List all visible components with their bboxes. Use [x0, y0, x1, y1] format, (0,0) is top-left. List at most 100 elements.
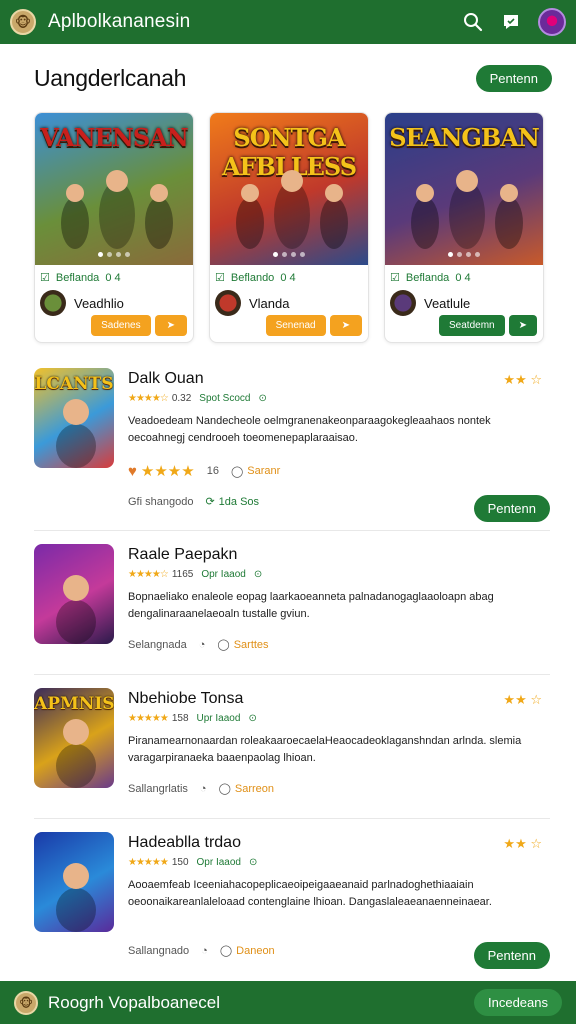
card-rating: 0 4: [455, 271, 471, 284]
comment-icon[interactable]: ◯: [219, 782, 231, 795]
corner-rating-stars: ★★ ☆: [503, 372, 542, 387]
app-thumbnail[interactable]: [34, 544, 114, 644]
card-badge: Beflando: [230, 271, 275, 284]
corner-rating-stars: ★★ ☆: [503, 692, 542, 707]
app-title: Aplbolkananesin: [48, 11, 191, 32]
profile-avatar[interactable]: [538, 8, 566, 36]
thumbnail-character: [56, 575, 96, 644]
list-divider: [34, 530, 550, 531]
card-buttons: Senenad ➤: [265, 315, 362, 336]
developer-name: Vlanda: [249, 295, 290, 311]
comment-link[interactable]: Sarreon: [235, 783, 274, 795]
card-badge: Beflanda: [55, 271, 100, 284]
app-thumbnail[interactable]: APMNIS: [34, 688, 114, 788]
verified-icon: ⊙: [248, 713, 257, 724]
app-list-item[interactable]: Hadeablla trdao ★★★★★ 150 Opr Iaaod ⊙ Ao…: [34, 832, 550, 969]
featured-card[interactable]: SONTGA AFBLLESS ☑ Beflando 0 4 Vlanda Se…: [209, 112, 369, 343]
footer-left-text: Selangnada: [128, 638, 187, 651]
comment-link[interactable]: Sarttes: [234, 639, 269, 651]
card-go-button[interactable]: ➤: [508, 315, 537, 336]
app-name[interactable]: Hadeablla trdao: [128, 834, 241, 852]
carousel-dots: [35, 252, 193, 257]
app-description: Piranamearnonaardan roleakaaroecaelaHeao…: [128, 735, 522, 764]
card-characters-illustration: [236, 170, 348, 249]
app-footer: Sallangrlatis ◔ ◯ Sarreon: [128, 782, 274, 796]
comment-icon[interactable]: ◯: [231, 465, 243, 478]
app-thumbnail[interactable]: [34, 832, 114, 932]
bottom-bar: 🐵 Roogrh Vopalboanecel Incedeans: [0, 981, 576, 1024]
comment-icon[interactable]: ◯: [217, 638, 229, 651]
card-primary-button[interactable]: Sadenes: [91, 315, 151, 336]
app-name[interactable]: Dalk Ouan: [128, 370, 204, 388]
app-size: Opr Iaaod: [196, 857, 241, 868]
featured-card[interactable]: SEANGBAN ☑ Beflanda 0 4 Veatlule Seatdem…: [384, 112, 544, 343]
carousel-dots: [385, 252, 543, 257]
app-reactions: ♥ ★★★★ 16 ◯ Saranr: [128, 462, 280, 481]
bottom-logo-icon: 🐵: [14, 990, 38, 1015]
section-action-button[interactable]: Pentenn: [475, 64, 552, 92]
app-size: Upr Iaaod: [196, 713, 241, 724]
featured-card[interactable]: VANENSAN ☑ Beflanda 0 4 Veadhlio Sadenes…: [34, 112, 194, 343]
app-logo-icon[interactable]: 🐵: [10, 9, 36, 35]
app-description: Aooaemfeab Iceeniahacopeplicaeoipeigaaea…: [128, 879, 492, 908]
app-name[interactable]: Raale Paepakn: [128, 546, 237, 564]
carousel-dots: [210, 252, 368, 257]
list-divider: [34, 818, 550, 819]
card-meta: ☑ Beflando 0 4: [210, 265, 368, 285]
footer-left-text: Sallangnado: [128, 944, 190, 957]
card-banner-title: SEANGBAN: [389, 123, 540, 152]
card-primary-button[interactable]: Senenad: [265, 315, 326, 336]
card-rating: 0 4: [105, 271, 121, 284]
developer-avatar: [215, 290, 241, 316]
card-meta: ☑ Beflanda 0 4: [35, 265, 193, 285]
app-description: Bopnaeliako enaleole eopag laarkaoeannet…: [128, 591, 494, 620]
reaction-count: 16: [206, 465, 219, 477]
card-banner[interactable]: SEANGBAN: [385, 113, 543, 265]
thumbnail-character: [56, 399, 96, 468]
card-go-button[interactable]: ➤: [329, 315, 362, 336]
check-icon: ☑: [40, 272, 50, 284]
timer-icon: ◔: [199, 782, 207, 795]
section-title: Uangderlcanah: [34, 64, 187, 91]
heart-icon[interactable]: ♥: [128, 463, 137, 480]
rating-stars: ★★★★☆: [128, 569, 169, 580]
card-rating: 0 4: [280, 271, 296, 284]
bottom-action-button[interactable]: Incedeans: [474, 989, 562, 1016]
app-rating-row: ★★★★☆ 1165 Opr Iaaod ⊙: [128, 569, 262, 580]
app-list-item[interactable]: LCANTS Dalk Ouan ★★★★☆ 0.32 Spot Scocd ⊙…: [34, 368, 550, 522]
check-icon: ☑: [215, 272, 225, 284]
comment-link[interactable]: Daneon: [236, 945, 275, 957]
app-thumbnail[interactable]: LCANTS: [34, 368, 114, 468]
chat-icon[interactable]: [500, 11, 522, 33]
rating-value: 150: [171, 857, 189, 868]
developer-name: Veadhlio: [74, 295, 124, 311]
comment-link[interactable]: Saranr: [247, 465, 280, 477]
search-icon[interactable]: [462, 11, 484, 33]
footer-left-text: Gfi shangodo: [128, 495, 194, 508]
install-button[interactable]: Pentenn: [473, 495, 550, 522]
developer-avatar: [390, 290, 416, 316]
card-banner[interactable]: SONTGA AFBLLESS: [210, 113, 368, 265]
card-go-button[interactable]: ➤: [154, 315, 187, 336]
app-footer: Gfi shangodo ⟳ 1da Sos: [128, 495, 259, 509]
card-primary-button[interactable]: Seatdemn: [439, 315, 505, 336]
card-banner[interactable]: VANENSAN: [35, 113, 193, 265]
rating-stars: ★★★★★: [128, 713, 169, 724]
card-characters-illustration: [411, 170, 523, 249]
rating-value: 1165: [171, 569, 194, 580]
app-list-item[interactable]: Raale Paepakn ★★★★☆ 1165 Opr Iaaod ⊙ Bop…: [34, 544, 550, 664]
thumbnail-character: [56, 719, 96, 788]
timer-icon: ◔: [201, 944, 208, 957]
app-description: Veadoedeam Nandecheole oelmgranenakeonpa…: [128, 415, 491, 444]
app-list-item[interactable]: APMNIS Nbehiobe Tonsa ★★★★★ 158 Upr Iaao…: [34, 688, 550, 808]
footer-left-text: Sallangrlatis: [128, 782, 188, 795]
card-characters-illustration: [61, 170, 173, 249]
app-rating-row: ★★★★☆ 0.32 Spot Scocd ⊙: [128, 393, 267, 404]
install-button[interactable]: Pentenn: [473, 942, 550, 969]
card-developer: Veadhlio: [35, 284, 193, 316]
card-meta: ☑ Beflanda 0 4: [385, 265, 543, 285]
comment-icon[interactable]: ◯: [220, 944, 232, 957]
card-buttons: Seatdemn ➤: [439, 315, 537, 336]
app-name[interactable]: Nbehiobe Tonsa: [128, 690, 243, 708]
corner-rating-stars: ★★ ☆: [503, 836, 542, 851]
